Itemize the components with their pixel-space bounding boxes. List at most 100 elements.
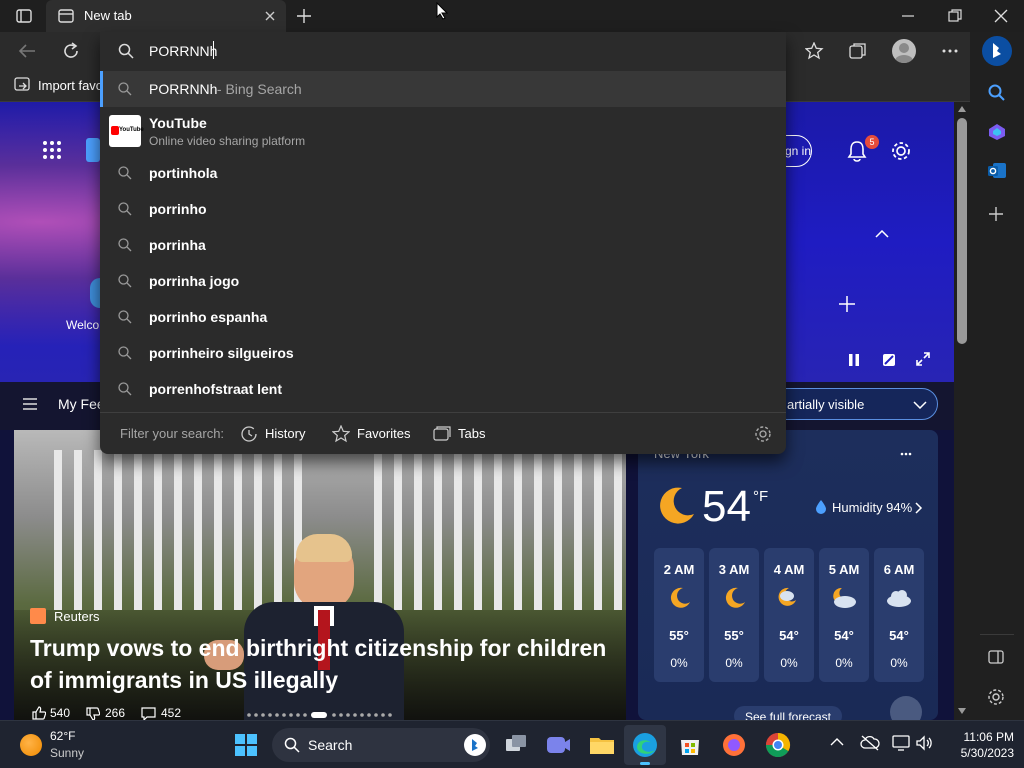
hour-cell[interactable]: 3 AM 55° 0% <box>709 548 759 682</box>
filter-favorites-button[interactable]: Favorites <box>357 426 410 441</box>
suggestion-item[interactable]: porrinho <box>100 191 786 227</box>
minimize-icon[interactable] <box>902 15 914 17</box>
weather-unit[interactable]: °F <box>753 488 768 505</box>
suggestion-item[interactable]: porrinha jogo <box>100 263 786 299</box>
reuters-logo <box>30 608 46 624</box>
outlook-icon[interactable] <box>987 162 1007 180</box>
settings-gear-icon[interactable] <box>754 425 772 443</box>
scroll-up-icon[interactable] <box>958 106 966 112</box>
close-tab-icon[interactable] <box>264 10 276 22</box>
firefox-icon[interactable] <box>718 729 750 761</box>
bing-chat-icon[interactable] <box>982 36 1012 66</box>
task-view-icon[interactable] <box>500 729 532 761</box>
chrome-icon[interactable] <box>762 729 794 761</box>
like-count: 540 <box>50 706 71 720</box>
filter-history-button[interactable]: History <box>265 426 305 441</box>
page-settings-icon[interactable] <box>890 140 912 162</box>
address-bar[interactable]: PORRNNh <box>100 32 786 70</box>
sidebar-divider <box>980 634 1014 635</box>
youtube-logo: YouTube <box>109 115 144 147</box>
add-tab-icon[interactable] <box>296 8 312 24</box>
import-favorites-link[interactable]: Import favo <box>38 78 103 93</box>
edge-sidebar <box>970 32 1024 720</box>
sun-icon[interactable] <box>20 734 42 756</box>
apps-launcher-icon[interactable] <box>42 140 62 160</box>
pause-background-icon[interactable] <box>848 353 860 367</box>
news-headline[interactable]: Trump vows to end birthright citizenship… <box>30 632 620 696</box>
address-input[interactable]: PORRNNh <box>149 43 217 59</box>
feed-menu-icon[interactable] <box>22 397 38 411</box>
page-scrollbar[interactable] <box>954 102 970 720</box>
suggestion-item[interactable]: portinhola <box>100 155 786 191</box>
clock-time[interactable]: 11:06 PM <box>944 730 1014 744</box>
edge-taskbar-active[interactable] <box>624 725 666 765</box>
edit-background-icon[interactable] <box>882 353 896 367</box>
hour-cell[interactable]: 5 AM 54° 0% <box>819 548 869 682</box>
search-icon <box>118 346 132 360</box>
tab-new-tab[interactable]: New tab <box>46 0 286 32</box>
taskbar-weather-desc[interactable]: Sunny <box>50 746 84 760</box>
hour-cell[interactable]: 4 AM 54° 0% <box>764 548 814 682</box>
suggestion-item[interactable]: porrenhofstraat lent <box>100 371 786 407</box>
add-quicklink-icon[interactable] <box>838 295 856 313</box>
suggestion-item[interactable]: porrinha <box>100 227 786 263</box>
microsoft-store-icon[interactable] <box>674 729 706 761</box>
search-icon <box>118 310 132 324</box>
scroll-thumb[interactable] <box>957 118 967 344</box>
clock-date[interactable]: 5/30/2023 <box>944 746 1014 760</box>
suggestion-youtube[interactable]: YouTube YouTube Online video sharing pla… <box>100 107 786 155</box>
file-explorer-icon[interactable] <box>586 729 618 761</box>
collections-icon[interactable] <box>849 42 867 60</box>
search-sidebar-icon[interactable] <box>988 84 1006 102</box>
hour-cell[interactable]: 6 AM 54° 0% <box>874 548 924 682</box>
scroll-down-icon[interactable] <box>958 708 966 714</box>
hour-cell[interactable]: 2 AM 55° 0% <box>654 548 704 682</box>
dislike-icon[interactable] <box>86 707 100 720</box>
sidebar-layout-icon[interactable] <box>988 650 1004 664</box>
suggestion-item[interactable]: porrinheiro silgueiros <box>100 335 786 371</box>
more-options-icon[interactable] <box>942 49 958 53</box>
edge-icon <box>629 729 661 761</box>
weather-assistant-icon[interactable] <box>890 696 922 720</box>
taskbar: 62°F Sunny Search 11:06 PM 5/30/2023 <box>0 720 1024 768</box>
comment-icon[interactable] <box>141 707 156 720</box>
news-card[interactable]: Reuters Trump vows to end birthright cit… <box>14 430 626 720</box>
windows-start-icon[interactable] <box>230 729 262 761</box>
volume-icon[interactable] <box>916 735 934 751</box>
sidebar-settings-icon[interactable] <box>987 688 1005 706</box>
refresh-icon[interactable] <box>62 42 80 60</box>
filter-tabs-button[interactable]: Tabs <box>458 426 485 441</box>
network-icon[interactable] <box>892 735 910 751</box>
my-feed-tab[interactable]: My Fee <box>58 396 105 412</box>
teams-chat-icon[interactable] <box>542 729 574 761</box>
close-window-icon[interactable] <box>994 9 1008 23</box>
suggestion-bing-search[interactable]: PORRNNh - Bing Search <box>100 71 786 107</box>
taskbar-weather-temp[interactable]: 62°F <box>50 729 75 743</box>
carousel-dots[interactable] <box>246 712 396 718</box>
profile-avatar[interactable] <box>892 39 916 63</box>
search-icon <box>284 737 300 753</box>
humidity-text[interactable]: Humidity 94% <box>832 500 912 515</box>
collapse-chevron-icon[interactable] <box>875 230 889 238</box>
like-icon[interactable] <box>32 706 46 720</box>
favorites-icon <box>332 425 350 443</box>
taskbar-search-box[interactable]: Search <box>272 728 490 762</box>
full-forecast-button[interactable]: See full forecast <box>734 706 842 720</box>
moon-icon <box>723 586 747 610</box>
search-icon <box>118 382 132 396</box>
favorites-star-icon[interactable] <box>805 42 825 60</box>
suggestion-item[interactable]: porrinho espanha <box>100 299 786 335</box>
moon-cloud-icon <box>776 586 802 610</box>
weather-more-icon[interactable] <box>900 452 912 456</box>
copilot-icon[interactable] <box>987 123 1007 141</box>
cloud-sync-icon[interactable] <box>860 735 880 751</box>
restore-icon[interactable] <box>948 9 962 23</box>
expand-icon[interactable] <box>916 352 930 366</box>
show-hidden-icons[interactable] <box>830 738 844 746</box>
chevron-right-icon[interactable] <box>915 502 923 514</box>
weather-card[interactable]: New York 54 °F Humidity 94% 2 AM 55° 0% … <box>638 430 938 720</box>
tab-actions-icon[interactable] <box>16 9 32 23</box>
add-sidebar-icon[interactable] <box>989 207 1003 221</box>
dislike-count: 266 <box>105 706 126 720</box>
back-icon[interactable] <box>18 43 36 59</box>
